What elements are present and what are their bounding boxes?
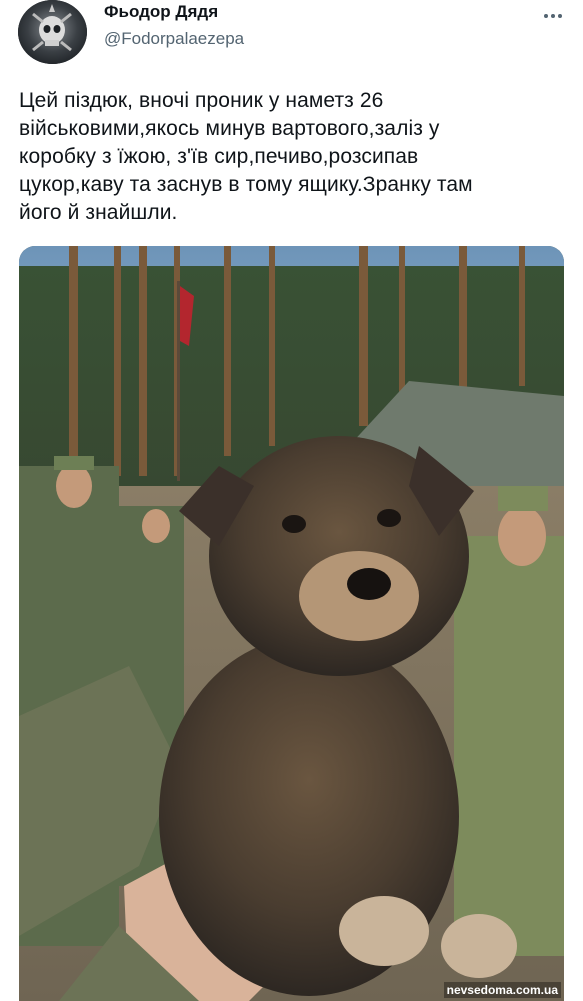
user-handle[interactable]: @Fodorpalaezepa (104, 24, 244, 54)
tweet-photo[interactable]: nevsedoma.com.ua (19, 246, 564, 1001)
dot-icon (551, 14, 555, 18)
tweet: Фьодор Дядя @Fodorpalaezepa Цей піздюк, … (0, 0, 583, 1001)
dot-icon (558, 14, 562, 18)
tweet-header: Фьодор Дядя @Fodorpalaezepa (18, 0, 568, 64)
watermark: nevsedoma.com.ua (443, 982, 561, 998)
tweet-text: Цей піздюк, вночі проник у наметз 26 вій… (19, 89, 473, 224)
avatar[interactable] (18, 0, 87, 64)
user-names: Фьодор Дядя @Fodorpalaezepa (104, 0, 244, 54)
puppy-photo (19, 246, 564, 1001)
display-name[interactable]: Фьодор Дядя (104, 0, 244, 24)
skull-avatar-icon (18, 0, 87, 64)
dot-icon (544, 14, 548, 18)
more-options-icon[interactable] (538, 6, 568, 26)
